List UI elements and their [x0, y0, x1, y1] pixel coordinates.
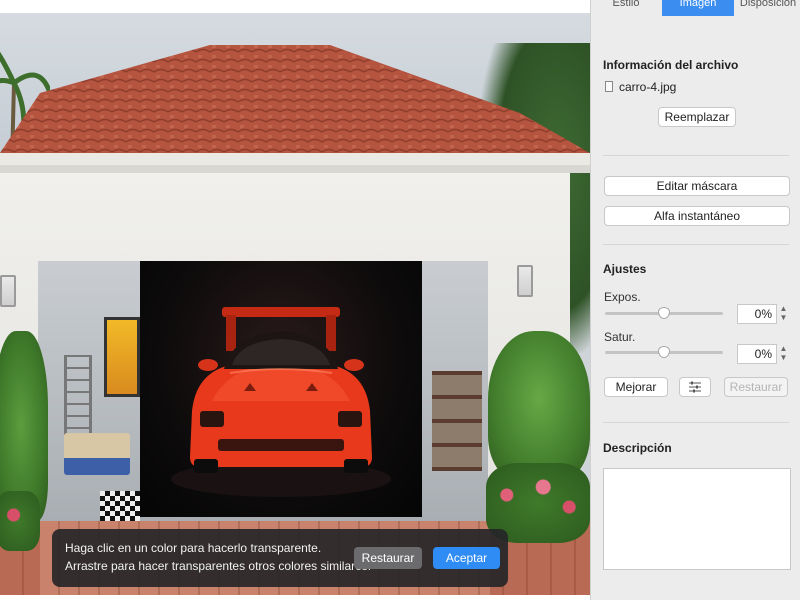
saturation-label: Satur.: [604, 330, 636, 344]
exposure-label: Expos.: [604, 290, 641, 304]
format-inspector: Estilo Imagen Disposición Información de…: [590, 0, 800, 600]
tab-imagen[interactable]: Imagen: [662, 0, 734, 16]
adjustments-title: Ajustes: [603, 262, 647, 276]
garage-shelf: [432, 371, 482, 471]
edit-mask-button[interactable]: Editar máscara: [604, 176, 790, 196]
car-image[interactable]: [140, 261, 422, 517]
divider: [603, 155, 789, 156]
exposure-stepper-icon[interactable]: ▲ ▼: [779, 304, 788, 324]
sliders-icon-glyph: [689, 381, 701, 393]
adjust-restore-button[interactable]: Restaurar: [724, 377, 788, 397]
saturation-slider[interactable]: [605, 346, 723, 358]
saturation-stepper-icon[interactable]: ▲ ▼: [779, 344, 788, 364]
description-field[interactable]: [603, 468, 791, 570]
house-roof: [0, 45, 590, 173]
file-info-title: Información del archivo: [603, 58, 739, 72]
instant-alpha-bar: Haga clic en un color para hacerlo trans…: [52, 529, 508, 587]
instruction-line-1: Haga clic en un color para hacerlo trans…: [65, 541, 322, 555]
flowers-left: [0, 491, 40, 551]
accept-button[interactable]: Aceptar: [433, 547, 500, 569]
divider: [603, 244, 789, 245]
saturation-field[interactable]: 0%: [737, 344, 777, 364]
wall-lamp-left: [0, 275, 16, 307]
bush-right: [488, 331, 590, 481]
garage-poster: [104, 317, 140, 397]
restore-button[interactable]: Restaurar: [354, 547, 422, 569]
wall-lamp-right: [517, 265, 533, 297]
file-row: carro-4.jpg: [605, 80, 676, 94]
instant-alpha-button[interactable]: Alfa instantáneo: [604, 206, 790, 226]
exposure-field[interactable]: 0%: [737, 304, 777, 324]
inspector-tabs: Estilo Imagen Disposición: [591, 0, 800, 30]
tab-estilo[interactable]: Estilo: [591, 0, 661, 16]
exposure-slider-knob[interactable]: [658, 307, 670, 319]
saturation-slider-knob[interactable]: [658, 346, 670, 358]
enhance-button[interactable]: Mejorar: [604, 377, 668, 397]
garage-ladder: [64, 355, 92, 435]
document-canvas[interactable]: Haga clic en un color para hacerlo trans…: [0, 13, 590, 595]
exposure-slider[interactable]: [605, 307, 723, 319]
instruction-line-2: Arrastre para hacer transparentes otros …: [65, 559, 372, 573]
checkered-mat: [100, 491, 140, 521]
car-drawing: [171, 307, 391, 497]
description-title: Descripción: [603, 441, 672, 455]
file-name: carro-4.jpg: [619, 80, 677, 94]
file-icon: [605, 81, 613, 92]
garage-cart: [64, 433, 130, 475]
replace-button[interactable]: Reemplazar: [658, 107, 736, 127]
tab-disposicion[interactable]: Disposición: [735, 0, 800, 16]
divider: [603, 422, 789, 423]
sliders-icon[interactable]: [679, 377, 711, 397]
